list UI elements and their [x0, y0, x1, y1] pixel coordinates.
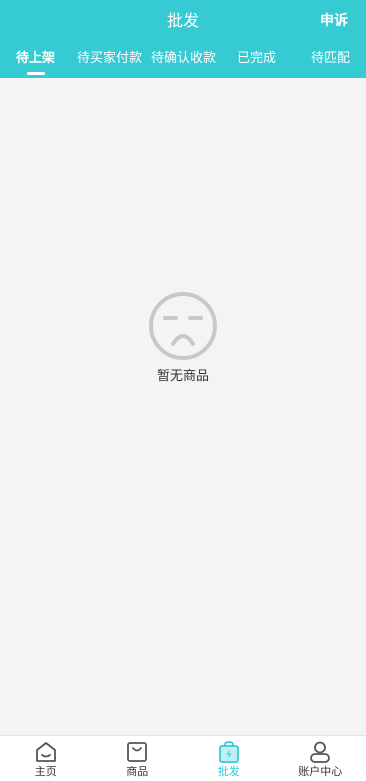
nav-label: 批发	[217, 765, 240, 778]
user-icon	[310, 741, 331, 763]
empty-state: 暂无商品	[0, 290, 366, 386]
tab-completed[interactable]: 已完成	[237, 49, 276, 78]
nav-home[interactable]: 主页	[0, 736, 92, 781]
wholesale-bag-icon	[218, 741, 239, 763]
nav-products[interactable]: 商品	[92, 736, 184, 781]
nav-label: 账户中心	[298, 765, 343, 778]
nav-wholesale[interactable]: 批发	[183, 736, 275, 781]
shopping-bag-icon	[127, 742, 148, 762]
nav-account-center[interactable]: 账户中心	[275, 736, 366, 781]
page-title: 批发	[166, 11, 199, 30]
tab-awaiting-payment-confirmation[interactable]: 待确认收款	[151, 49, 216, 78]
home-icon	[35, 742, 56, 762]
appeal-button[interactable]: 申诉	[320, 11, 348, 31]
tab-label: 待匹配	[311, 51, 351, 66]
tab-pending-match[interactable]: 待匹配	[311, 49, 350, 78]
tab-label: 待确认收款	[151, 51, 217, 66]
tab-label: 待买家付款	[77, 51, 143, 66]
tab-pending-listing[interactable]: 待上架	[16, 49, 55, 78]
sad-face-icon	[149, 292, 217, 360]
status-tabs: 待上架 待买家付款 待确认收款 已完成 待匹配	[0, 49, 366, 78]
active-tab-indicator	[26, 72, 45, 75]
app-header: 批发 申诉 待上架 待买家付款 待确认收款 已完成 待匹配	[0, 0, 366, 78]
tab-label: 已完成	[237, 51, 277, 66]
nav-label: 主页	[34, 765, 57, 778]
tab-awaiting-buyer-payment[interactable]: 待买家付款	[77, 49, 142, 78]
tab-label: 待上架	[16, 51, 56, 66]
nav-label: 商品	[126, 765, 149, 778]
empty-state-text: 暂无商品	[156, 369, 209, 384]
bottom-nav: 主页 商品 批发 账户中心	[0, 735, 366, 781]
